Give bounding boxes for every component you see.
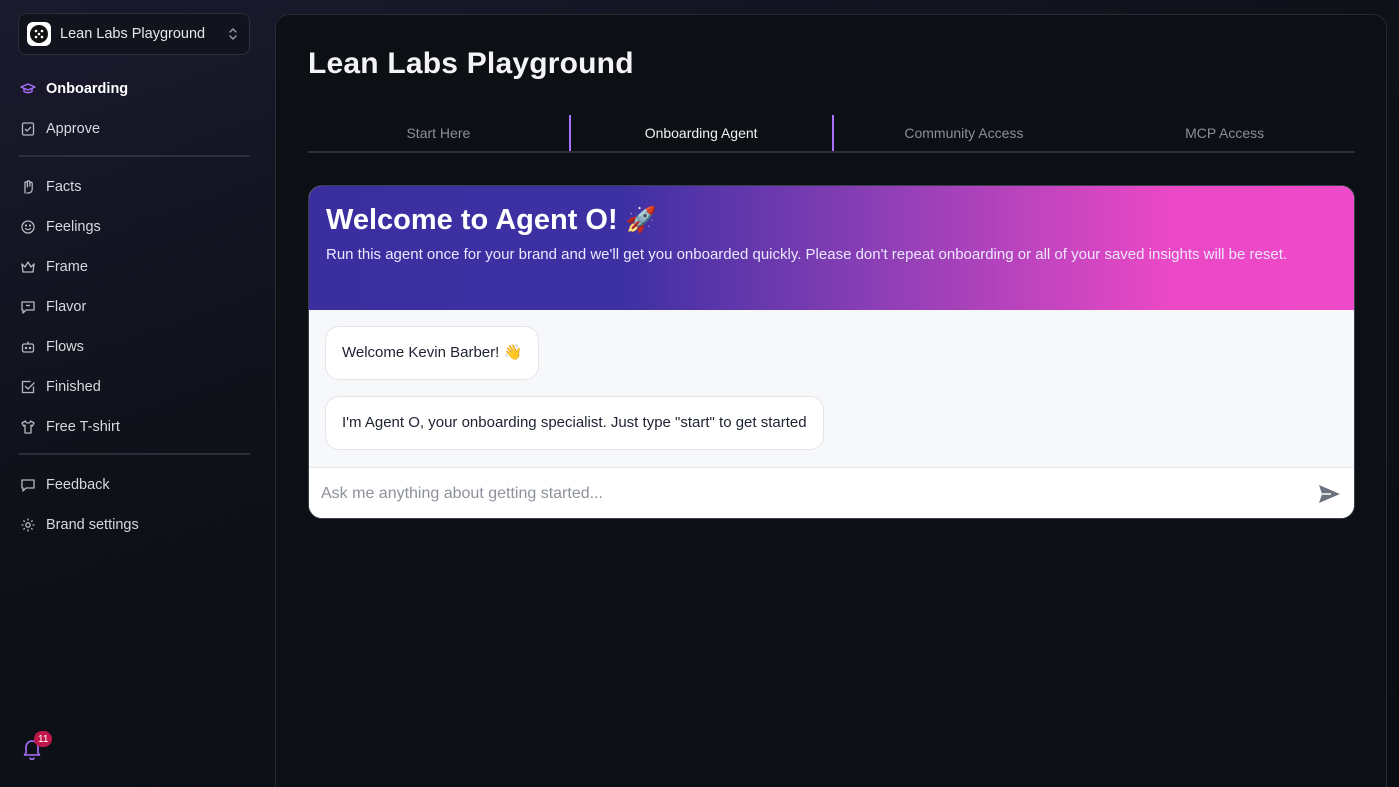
page-title: Lean Labs Playground	[308, 47, 634, 80]
sidebar-item-label: Feelings	[46, 219, 101, 235]
sidebar-divider	[18, 453, 250, 455]
sidebar-nav: Onboarding Approve Facts Feelings Frame …	[18, 69, 250, 545]
send-icon[interactable]	[1316, 482, 1342, 506]
sidebar-item-label: Onboarding	[46, 81, 129, 97]
sidebar-item-label: Brand settings	[46, 517, 139, 533]
sidebar-item-facts[interactable]: Facts	[18, 167, 250, 207]
chat-input[interactable]	[321, 485, 1316, 503]
sidebar-item-flows[interactable]: Flows	[18, 327, 250, 367]
tab-community-access[interactable]: Community Access	[834, 115, 1095, 151]
gear-icon	[20, 517, 36, 533]
smile-icon	[20, 219, 36, 235]
sidebar-item-flavor[interactable]: Flavor	[18, 287, 250, 327]
sidebar-item-brand-settings[interactable]: Brand settings	[18, 505, 250, 545]
tab-start-here[interactable]: Start Here	[308, 115, 569, 151]
bot-icon	[20, 339, 36, 355]
sidebar-item-frame[interactable]: Frame	[18, 247, 250, 287]
workspace-logo	[27, 22, 51, 46]
sidebar-item-label: Free T-shirt	[46, 419, 120, 435]
check-square-icon	[20, 379, 36, 395]
workspace-switcher[interactable]: Lean Labs Playground	[18, 13, 250, 55]
sidebar-item-finished[interactable]: Finished	[18, 367, 250, 407]
sidebar-item-feelings[interactable]: Feelings	[18, 207, 250, 247]
chat-hero: Welcome to Agent O! 🚀 Run this agent onc…	[309, 186, 1354, 310]
sidebar-item-approve[interactable]: Approve	[18, 109, 250, 149]
notification-badge: 11	[34, 731, 53, 747]
sidebar-item-feedback[interactable]: Feedback	[18, 465, 250, 505]
chevron-updown-icon	[227, 26, 239, 42]
tab-mcp-access[interactable]: MCP Access	[1094, 115, 1355, 151]
hero-subtitle: Run this agent once for your brand and w…	[326, 246, 1288, 263]
clipboard-check-icon	[20, 121, 36, 137]
sidebar-item-label: Flavor	[46, 299, 87, 315]
shirt-icon	[20, 419, 36, 435]
sidebar-item-label: Flows	[46, 339, 84, 355]
main-panel: Lean Labs Playground Start Here Onboardi…	[275, 14, 1387, 787]
chat-card: Welcome to Agent O! 🚀 Run this agent onc…	[308, 185, 1355, 519]
sidebar-divider	[18, 155, 250, 157]
hand-grab-icon	[20, 179, 36, 195]
sidebar-item-free-tshirt[interactable]: Free T-shirt	[18, 407, 250, 447]
hero-title-row: Welcome to Agent O! 🚀	[326, 204, 1337, 237]
message-list: Welcome Kevin Barber! 👋 I'm Agent O, you…	[309, 310, 1354, 467]
sidebar: Lean Labs Playground Onboarding Approve …	[0, 0, 268, 787]
tab-bar: Start Here Onboarding Agent Community Ac…	[308, 115, 1355, 153]
rocket-icon: 🚀	[625, 206, 657, 234]
chat-composer	[309, 467, 1354, 518]
graduation-cap-icon	[20, 81, 36, 97]
sidebar-item-label: Finished	[46, 379, 101, 395]
sidebar-item-label: Feedback	[46, 477, 110, 493]
message-square-icon	[20, 299, 36, 315]
sidebar-item-label: Approve	[46, 121, 101, 137]
crown-icon	[20, 259, 36, 275]
sidebar-item-label: Frame	[46, 259, 88, 275]
sidebar-item-label: Facts	[46, 179, 82, 195]
tab-onboarding-agent[interactable]: Onboarding Agent	[568, 115, 834, 151]
message-icon	[20, 477, 36, 493]
chat-message: I'm Agent O, your onboarding specialist.…	[325, 396, 824, 450]
workspace-name: Lean Labs Playground	[60, 26, 206, 42]
chat-message: Welcome Kevin Barber! 👋	[325, 326, 540, 380]
hero-title: Welcome to Agent O!	[326, 204, 618, 236]
sidebar-item-onboarding[interactable]: Onboarding	[18, 69, 250, 109]
